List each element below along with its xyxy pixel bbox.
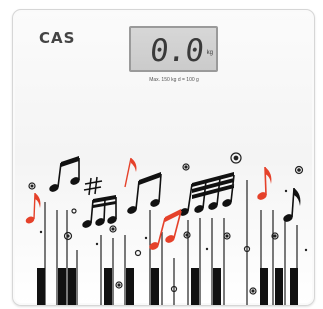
eighth-note-icon bbox=[283, 187, 301, 222]
red-eighth-note-icon bbox=[124, 157, 137, 188]
beamed-eighth-notes-icon bbox=[49, 156, 80, 192]
sharp-sign-icon bbox=[83, 176, 103, 196]
red-music-notes bbox=[25, 157, 272, 250]
beamed-sixteenth-notes-icon bbox=[179, 172, 235, 216]
piano-black-keys bbox=[37, 268, 298, 305]
beamed-sixteenth-notes-icon bbox=[82, 195, 117, 228]
red-beamed-notes-icon bbox=[149, 209, 182, 250]
beamed-eighth-notes-icon bbox=[127, 172, 162, 214]
music-notes-artwork bbox=[25, 152, 308, 305]
red-eighth-note-icon bbox=[257, 166, 272, 200]
red-eighth-note-icon bbox=[25, 192, 41, 224]
bathroom-scale: CAS 0.0 kg Max. 150 kg d = 100 g bbox=[12, 9, 315, 306]
